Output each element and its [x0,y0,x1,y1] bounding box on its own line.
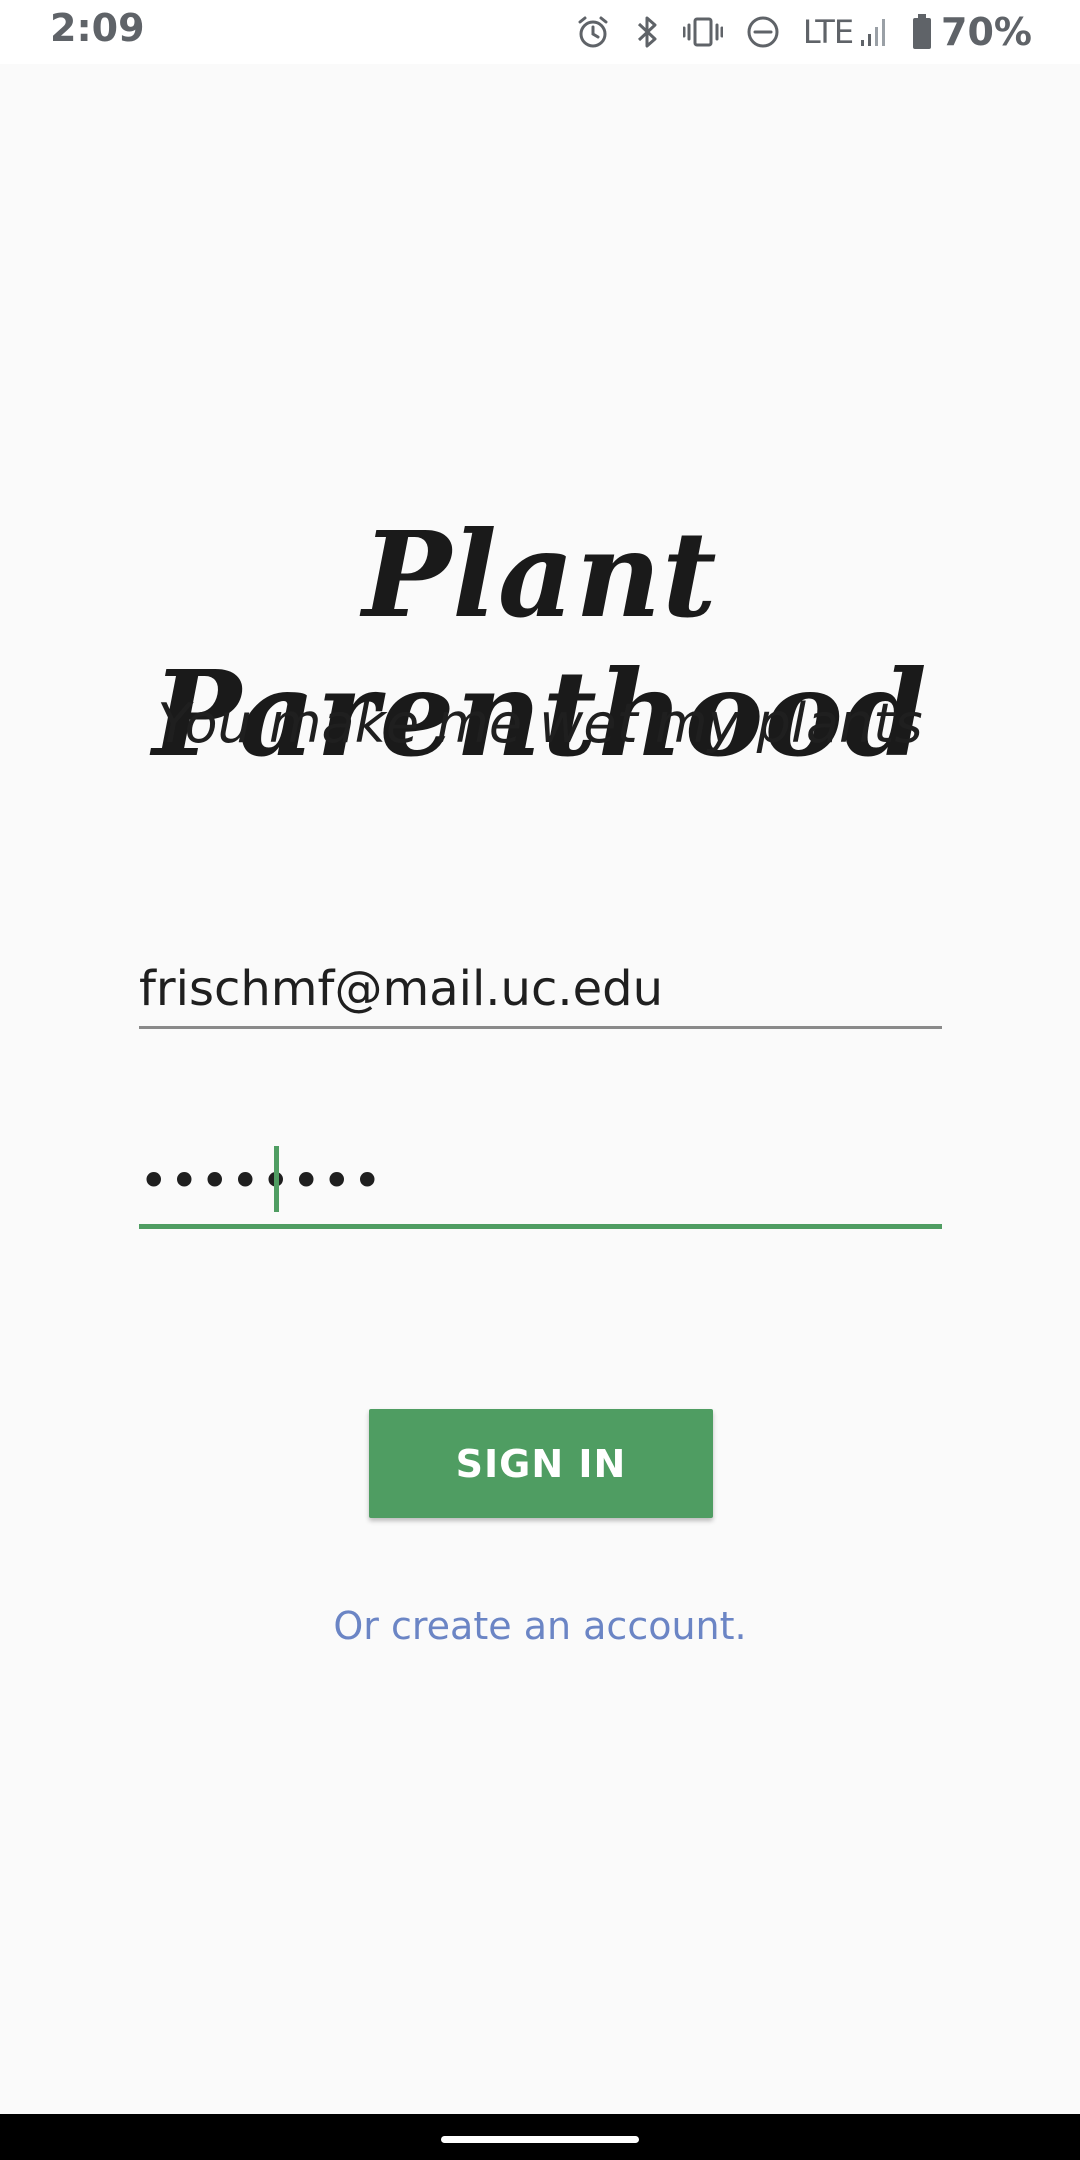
navigation-bar [0,2114,1080,2160]
status-time: 2:09 [50,6,145,50]
email-field[interactable] [139,952,942,1029]
alarm-icon [575,14,611,50]
battery-icon [911,13,933,51]
bluetooth-icon [633,14,661,50]
network-type: LTE [802,13,854,51]
text-cursor [274,1146,279,1212]
password-field[interactable]: •••••••• [139,1140,942,1229]
status-bar: 2:09 LTE 70% [0,0,1080,64]
vibrate-icon [682,14,723,50]
sign-in-button[interactable]: SIGN IN [369,1409,713,1518]
create-account-link[interactable]: Or create an account. [0,1604,1080,1648]
do-not-disturb-icon [745,14,781,50]
password-value: •••••••• [139,1152,383,1210]
signal-icon [859,14,889,50]
status-icons: LTE 70% [575,8,1032,56]
battery-percent: 70% [941,10,1032,54]
app-tagline: You make me wet my plants [157,692,923,755]
sign-in-screen: 2:09 LTE 70% Plant Parenthood You make m… [0,0,1080,2160]
home-gesture-handle[interactable] [441,2136,639,2143]
